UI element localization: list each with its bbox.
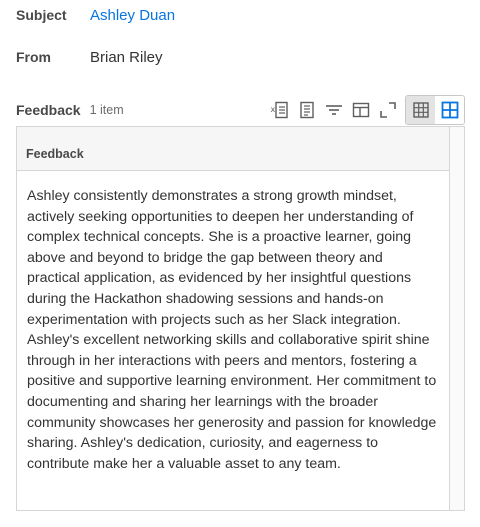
vertical-scrollbar[interactable] [450,127,464,510]
export-excel-icon: x [270,101,288,119]
feedback-table: Feedback Ashley consistently demonstrate… [16,126,465,511]
subject-label: Subject [16,7,67,23]
grid-view-icon [441,101,458,119]
grid-view-button[interactable] [435,96,464,124]
feedback-cell-text: Ashley consistently demonstrates a stron… [27,188,437,472]
filter-icon [325,105,342,115]
export-pdf-button[interactable] [293,96,320,124]
column-layout-button[interactable] [347,96,374,124]
subject-link[interactable]: Ashley Duan [90,7,175,24]
column-header-feedback[interactable]: Feedback [17,127,450,171]
grid-toolbar: x [266,95,465,125]
export-excel-button[interactable]: x [266,96,293,124]
view-toggle [405,95,465,125]
table-view-icon [412,102,429,118]
grid-item-count: 1 item [89,103,124,117]
fullscreen-icon [379,102,396,118]
grid-title: Feedback [16,102,81,118]
from-value: Brian Riley [90,49,163,66]
svg-text:x: x [270,105,275,114]
from-row: From Brian Riley [16,49,163,66]
fullscreen-button[interactable] [374,96,401,124]
export-pdf-icon [299,101,314,119]
feedback-grid-header: Feedback 1 item x [16,95,465,125]
column-layout-icon [352,102,369,118]
table-row: Ashley consistently demonstrates a stron… [17,171,450,510]
subject-row: Subject Ashley Duan [16,7,175,24]
filter-button[interactable] [320,96,347,124]
from-label: From [16,49,51,65]
table-view-button[interactable] [406,96,435,124]
